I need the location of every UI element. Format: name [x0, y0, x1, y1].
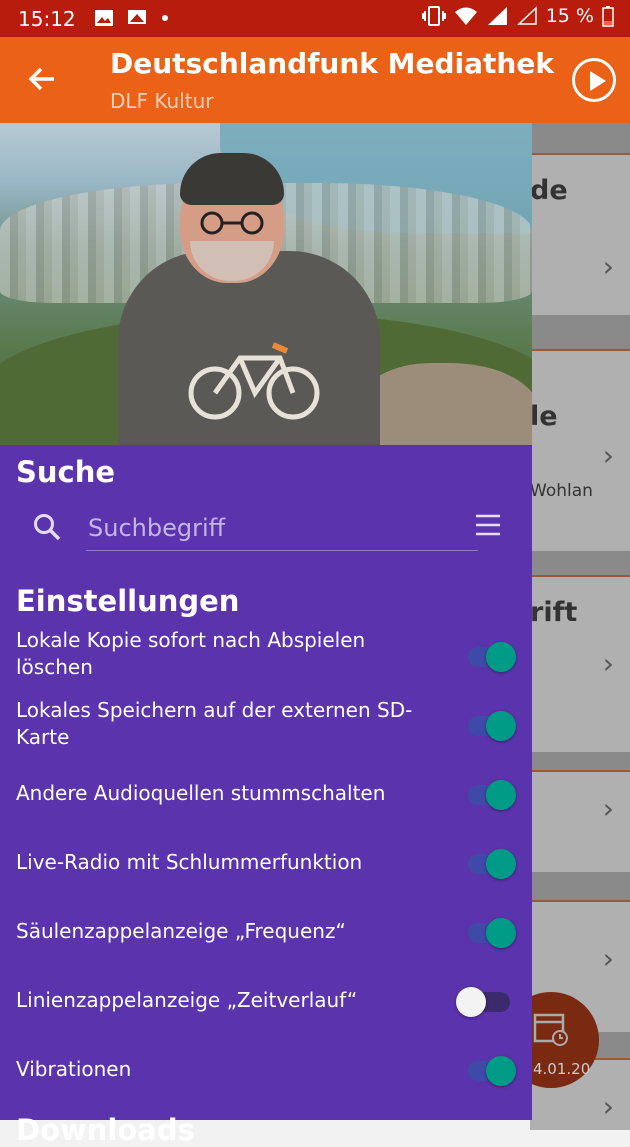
list-item[interactable]: le Wohlan › — [530, 349, 630, 551]
cast-icon — [128, 10, 146, 24]
image-icon — [95, 10, 113, 26]
header-photo — [0, 123, 532, 445]
chevron-right-icon: › — [602, 1090, 614, 1123]
list-item[interactable]: de › — [530, 153, 630, 315]
status-bar: 15:12 15 % — [0, 0, 630, 37]
play-circle-icon[interactable] — [572, 58, 616, 102]
search-heading: Suche — [16, 455, 116, 489]
card-title: le — [530, 401, 558, 432]
wifi-icon — [454, 7, 477, 25]
battery-percent: 15 % — [545, 5, 594, 27]
setting-toggle[interactable] — [468, 1056, 518, 1086]
settings-heading: Einstellungen — [16, 584, 240, 618]
chevron-right-icon: › — [602, 942, 614, 975]
setting-toggle[interactable] — [456, 987, 518, 1017]
app-subtitle: DLF Kultur — [110, 89, 214, 113]
card-subtitle: Wohlan — [530, 481, 593, 501]
search-input[interactable] — [86, 506, 478, 551]
menu-icon[interactable] — [476, 514, 500, 536]
list-item[interactable]: › — [530, 770, 630, 872]
setting-label: Säulenzappelanzeige „Frequenz“ — [16, 919, 346, 943]
card-title: de — [530, 175, 568, 206]
setting-toggle[interactable] — [468, 711, 518, 741]
app-bar: Deutschlandfunk Mediathek DLF Kultur — [0, 37, 630, 123]
chevron-right-icon: › — [602, 792, 614, 825]
downloads-heading: Downloads — [16, 1113, 195, 1147]
setting-label: Lokales Speichern auf der externen SD-Ka… — [16, 698, 413, 749]
vibrate-icon — [421, 6, 446, 26]
setting-toggle[interactable] — [468, 918, 518, 948]
chevron-right-icon: › — [602, 439, 614, 472]
back-arrow-icon[interactable] — [26, 63, 58, 95]
setting-toggle[interactable] — [468, 642, 518, 672]
setting-label: Andere Audioquellen stummschalten — [16, 781, 386, 805]
navigation-drawer: Suche Einstellungen Lokale Kopie sofort … — [0, 123, 532, 1147]
chevron-right-icon: › — [602, 250, 614, 283]
status-time: 15:12 — [18, 7, 76, 31]
search-bar — [32, 506, 504, 551]
fab-date-label: 4.01.20 — [533, 1060, 591, 1078]
calendar-icon — [533, 1013, 568, 1046]
setting-toggle[interactable] — [468, 780, 518, 810]
app-title: Deutschlandfunk Mediathek — [110, 47, 554, 80]
setting-toggle[interactable] — [468, 849, 518, 879]
card-title: rift — [530, 597, 578, 628]
signal-empty-icon — [516, 6, 537, 25]
search-icon — [34, 514, 61, 541]
setting-label: Live-Radio mit Schlummerfunktion — [16, 850, 363, 874]
setting-label: Lokale Kopie sofort nach Abspielen lösch… — [16, 628, 366, 679]
signal-icon — [487, 7, 507, 25]
dot-icon — [162, 15, 168, 21]
list-item[interactable]: rift › — [530, 575, 630, 752]
setting-label: Vibrationen — [16, 1057, 132, 1081]
battery-low-icon — [602, 6, 614, 27]
chevron-right-icon: › — [602, 647, 614, 680]
setting-label: Linienzappelanzeige „Zeitverlauf“ — [16, 988, 358, 1012]
